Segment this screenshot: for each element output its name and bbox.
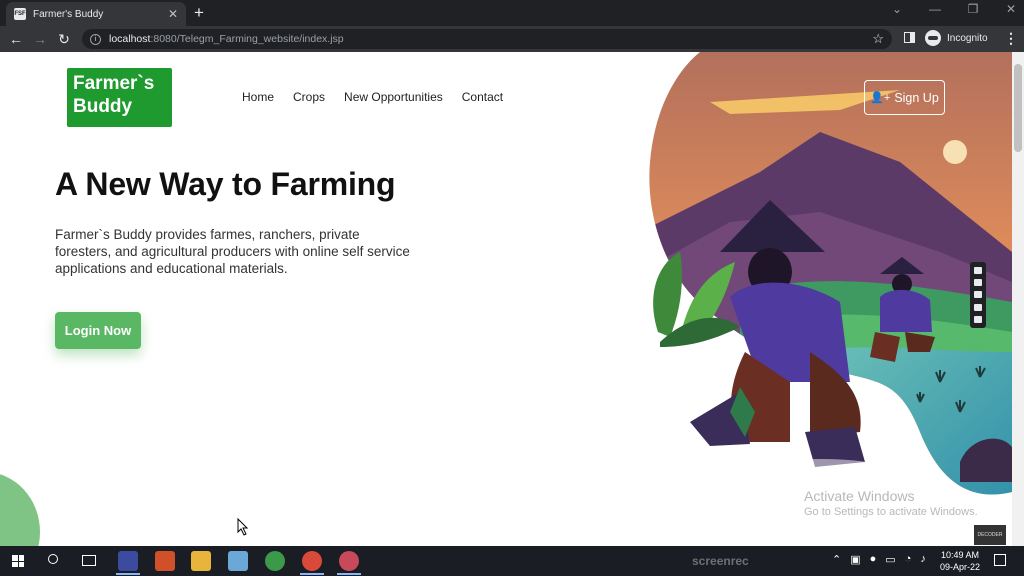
farming-illustration bbox=[649, 52, 1012, 495]
restore-icon[interactable]: ❐ bbox=[966, 2, 980, 16]
activate-windows-watermark: Activate Windows Go to Settings to activ… bbox=[804, 488, 978, 518]
site-info-icon[interactable]: i bbox=[90, 33, 101, 45]
hero-description: Farmer`s Buddy provides farmes, ranchers… bbox=[55, 227, 410, 276]
site-favicon-icon: FSF bbox=[14, 8, 26, 20]
activate-subtitle: Go to Settings to activate Windows. bbox=[804, 506, 978, 518]
main-nav: Home Crops New Opportunities Contact bbox=[242, 90, 503, 104]
volume-icon[interactable]: ♪ bbox=[920, 553, 926, 566]
sign-up-label: Sign Up bbox=[894, 90, 939, 105]
url-host: localhost bbox=[109, 33, 151, 45]
app-icon-4[interactable] bbox=[228, 551, 248, 571]
nav-crops[interactable]: Crops bbox=[293, 90, 325, 104]
clock-date: 09-Apr-22 bbox=[940, 562, 981, 572]
app-icon-2[interactable] bbox=[155, 551, 175, 571]
logo-line-2: Buddy bbox=[73, 96, 133, 117]
nav-new-opportunities[interactable]: New Opportunities bbox=[344, 90, 443, 104]
tab-title: Farmer's Buddy bbox=[33, 8, 104, 20]
address-bar[interactable]: i localhost :8080/Telegm_Farming_website… bbox=[82, 29, 892, 49]
forward-arrow-icon[interactable]: → bbox=[28, 31, 52, 47]
file-explorer-icon[interactable] bbox=[191, 551, 211, 571]
decoder-logo: DECODER bbox=[974, 525, 1006, 545]
minimize-icon[interactable]: — bbox=[928, 2, 942, 16]
bookmark-star-icon[interactable]: ☆ bbox=[872, 31, 884, 47]
video-icon[interactable] bbox=[974, 291, 982, 299]
active-app-indicator-3 bbox=[337, 573, 361, 575]
chrome-incognito-icon[interactable] bbox=[339, 551, 359, 571]
taskbar-clock[interactable]: 10:49 AM 09-Apr-22 bbox=[940, 549, 980, 573]
reload-icon[interactable]: ↻ bbox=[52, 31, 76, 48]
chrome-icon[interactable] bbox=[265, 551, 285, 571]
site-logo[interactable]: Farmer`s Buddy bbox=[67, 68, 172, 127]
incognito-label: Incognito bbox=[947, 32, 988, 44]
nav-home[interactable]: Home bbox=[242, 90, 274, 104]
screenrec-watermark: screenrec bbox=[692, 554, 749, 568]
taskbar-search-icon[interactable] bbox=[48, 554, 58, 564]
show-hidden-icon[interactable]: ⌃ bbox=[832, 553, 841, 566]
new-tab-button[interactable]: + bbox=[194, 3, 204, 23]
window-close-icon[interactable]: ✕ bbox=[1004, 2, 1018, 16]
incognito-icon bbox=[925, 30, 941, 46]
page-scrollbar[interactable] bbox=[1012, 52, 1024, 546]
windows-start-icon[interactable] bbox=[12, 555, 24, 567]
network-icon[interactable]: ◔ bbox=[905, 553, 912, 566]
activate-title: Activate Windows bbox=[804, 488, 915, 504]
add-user-icon: 👤+ bbox=[870, 92, 891, 104]
camera-icon[interactable] bbox=[974, 279, 982, 287]
active-app-indicator bbox=[116, 573, 140, 575]
login-now-button[interactable]: Login Now bbox=[55, 312, 141, 349]
microphone-icon[interactable]: ● bbox=[870, 553, 877, 566]
hero-title: A New Way to Farming bbox=[55, 166, 396, 202]
tab-close-icon[interactable]: ✕ bbox=[168, 7, 178, 21]
system-tray: ⌃ ▣ ● ▭ ◔ ♪ bbox=[832, 553, 926, 566]
browser-tab[interactable]: FSF Farmer's Buddy ✕ bbox=[6, 2, 186, 26]
settings-gear-icon[interactable] bbox=[974, 316, 982, 324]
side-panel-icon[interactable] bbox=[904, 32, 915, 43]
tab-search-icon[interactable]: ⌄ bbox=[890, 2, 904, 16]
clock-time: 10:49 AM bbox=[941, 550, 980, 560]
browser-menu-icon[interactable]: ⋮ bbox=[1004, 30, 1018, 47]
logo-line-1: Farmer`s bbox=[73, 73, 155, 94]
pencil-icon[interactable] bbox=[974, 266, 982, 274]
window-controls: ⌄ — ❐ ✕ bbox=[890, 2, 1018, 16]
web-page: Farmer`s Buddy Home Crops New Opportunit… bbox=[0, 52, 1024, 546]
app-icon-1[interactable] bbox=[118, 551, 138, 571]
browser-tab-bar: FSF Farmer's Buddy ✕ + ⌄ — ❐ ✕ bbox=[0, 0, 1024, 26]
mouse-cursor-icon bbox=[237, 518, 249, 536]
notification-icon[interactable] bbox=[994, 554, 1006, 566]
gallery-icon[interactable] bbox=[974, 303, 982, 311]
chrome-profile-icon[interactable] bbox=[302, 551, 322, 571]
windows-taskbar: screenrec ⌃ ▣ ● ▭ ◔ ♪ 10:49 AM 09-Apr-22 bbox=[0, 546, 1024, 576]
incognito-indicator[interactable]: Incognito bbox=[925, 30, 988, 46]
active-app-indicator-2 bbox=[300, 573, 324, 575]
recorder-widget[interactable] bbox=[970, 262, 986, 328]
url-path: :8080/Telegm_Farming_website/index.jsp bbox=[150, 33, 344, 45]
nav-contact[interactable]: Contact bbox=[462, 90, 503, 104]
task-view-icon[interactable] bbox=[82, 555, 96, 566]
battery-icon[interactable]: ▭ bbox=[885, 553, 895, 566]
meet-icon[interactable]: ▣ bbox=[850, 553, 860, 566]
back-arrow-icon[interactable]: ← bbox=[4, 31, 28, 47]
decorative-green-blob bbox=[0, 472, 40, 546]
scrollbar-thumb[interactable] bbox=[1014, 64, 1022, 152]
sign-up-button[interactable]: 👤+ Sign Up bbox=[864, 80, 945, 115]
browser-toolbar: ← → ↻ i localhost :8080/Telegm_Farming_w… bbox=[0, 26, 1024, 52]
